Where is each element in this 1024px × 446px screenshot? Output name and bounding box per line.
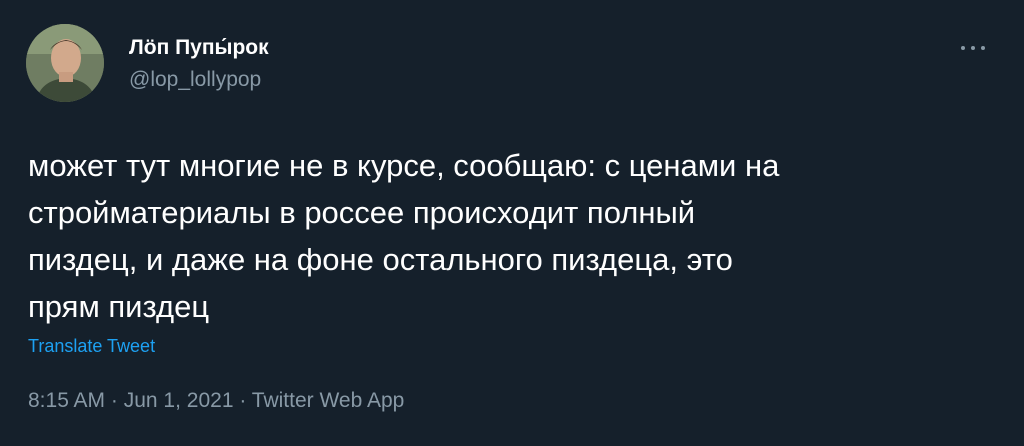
- tweet-source[interactable]: Twitter Web App: [252, 389, 405, 412]
- tweet-text: может тут многие не в курсе, сообщаю: с …: [28, 148, 780, 324]
- author-handle[interactable]: @lop_lollypop: [129, 68, 261, 92]
- more-dot: [971, 46, 975, 50]
- more-horizontal-icon: [961, 46, 965, 50]
- more-options-button[interactable]: [956, 38, 990, 58]
- tweet-date[interactable]: Jun 1, 2021: [124, 389, 234, 412]
- translate-tweet-link[interactable]: Translate Tweet: [28, 336, 155, 357]
- meta-separator: ·: [233, 389, 252, 412]
- meta-separator: ·: [105, 389, 124, 412]
- more-dot: [981, 46, 985, 50]
- tweet-card: Лӧп Пупы́рок @lop_lollypop может тут мно…: [0, 0, 1024, 446]
- author-display-name[interactable]: Лӧп Пупы́рок: [129, 36, 269, 60]
- avatar-image: [26, 24, 104, 102]
- avatar[interactable]: [26, 24, 104, 102]
- tweet-time[interactable]: 8:15 AM: [28, 389, 105, 412]
- tweet-metadata: 8:15 AM · Jun 1, 2021 · Twitter Web App: [28, 389, 404, 413]
